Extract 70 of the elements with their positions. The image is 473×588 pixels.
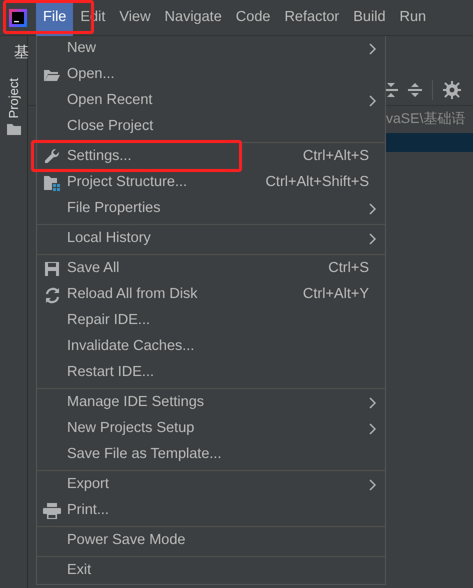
menu-item[interactable]: Print...: [37, 498, 385, 524]
shortcut-label: Ctrl+Alt+S: [302, 147, 370, 166]
menu-bar-item[interactable]: Code: [228, 0, 278, 36]
collapse-icon[interactable]: [408, 82, 422, 98]
menu-item-label: Open Recent: [67, 91, 152, 110]
menu-item-label: Open...: [67, 65, 115, 84]
menu-item-label: Save File as Template...: [67, 445, 222, 464]
menu-item[interactable]: Power Save Mode: [37, 528, 385, 554]
menu-item-label: Repair IDE...: [67, 311, 150, 330]
menu-item-label: Reload All from Disk: [67, 285, 198, 304]
shortcut-label: Ctrl+Alt+Shift+S: [265, 173, 370, 192]
menu-bar-item[interactable]: Navigate: [158, 0, 229, 36]
folder-grid-icon: [43, 175, 61, 191]
menu-item-label: File Properties: [67, 199, 160, 218]
reload-icon: [44, 286, 60, 304]
menu-item-label: Save All: [67, 259, 120, 278]
menu-item[interactable]: Save All Ctrl+S: [37, 256, 385, 282]
menu-bar-item[interactable]: Refactor: [277, 0, 346, 36]
menu-item-label: Manage IDE Settings: [67, 393, 204, 412]
menu-item-label: Restart IDE...: [67, 363, 154, 382]
folder-icon: [6, 124, 20, 136]
menu-item[interactable]: Open...: [37, 62, 385, 88]
breadcrumb-path: vaSE\基础语: [386, 109, 466, 128]
menu-item-label: Local History: [67, 229, 151, 248]
settings-icon[interactable]: [443, 81, 461, 99]
folder-icon: [43, 68, 61, 82]
menu-item-label: New: [67, 39, 96, 58]
menu-item-label: Print...: [67, 501, 109, 520]
expand-icon[interactable]: [384, 82, 398, 98]
chevron-right-icon: [369, 423, 376, 435]
menu-item[interactable]: Repair IDE...: [37, 308, 385, 334]
menu-item-label: Settings...: [67, 147, 132, 166]
wrench-icon: [44, 148, 60, 166]
chevron-right-icon: [369, 95, 376, 107]
menu-item-label: Power Save Mode: [67, 531, 186, 550]
menu-item-label: Invalidate Caches...: [67, 337, 194, 356]
app-logo-icon: [9, 8, 27, 26]
menu-bar-item[interactable]: Build: [346, 0, 393, 36]
menu-item[interactable]: Reload All from Disk Ctrl+Alt+Y: [37, 282, 385, 308]
chevron-right-icon: [369, 479, 376, 491]
chevron-right-icon: [369, 397, 376, 409]
menu-bar-item[interactable]: View: [112, 0, 158, 36]
menu-item[interactable]: Invalidate Caches...: [37, 334, 385, 360]
menu-bar-item[interactable]: Run: [392, 0, 434, 36]
menu-item[interactable]: Manage IDE Settings: [37, 390, 385, 416]
menu-item[interactable]: Close Project: [37, 114, 385, 140]
menu-item[interactable]: File Properties: [37, 196, 385, 222]
project-tab[interactable]: Project: [4, 78, 24, 118]
menu-item[interactable]: Open Recent: [37, 88, 385, 114]
menu-item[interactable]: New Projects Setup: [37, 416, 385, 442]
menu-item[interactable]: New: [37, 36, 385, 62]
printer-icon: [43, 503, 61, 519]
chevron-right-icon: [369, 233, 376, 245]
shortcut-label: Ctrl+Alt+Y: [302, 285, 370, 304]
menu-item[interactable]: Restart IDE...: [37, 360, 385, 386]
menu-item[interactable]: Local History: [37, 226, 385, 252]
chevron-right-icon: [369, 203, 376, 215]
shortcut-label: Ctrl+S: [328, 259, 370, 278]
menu-item-label: Export: [67, 475, 109, 494]
menu-item-label: Exit: [67, 561, 92, 580]
menu-item-label: Close Project: [67, 117, 154, 136]
menu-item[interactable]: Settings... Ctrl+Alt+S: [37, 144, 385, 170]
menu-item[interactable]: Exit: [37, 558, 385, 584]
menu-item[interactable]: Save File as Template...: [37, 442, 385, 468]
chevron-right-icon: [369, 43, 376, 55]
menu-item[interactable]: Project Structure... Ctrl+Alt+Shift+S: [37, 170, 385, 196]
menu-item[interactable]: Export: [37, 472, 385, 498]
editor-tab[interactable]: 基: [14, 42, 29, 64]
menu-item-label: Project Structure...: [67, 173, 188, 192]
menu-item-label: New Projects Setup: [67, 419, 194, 438]
